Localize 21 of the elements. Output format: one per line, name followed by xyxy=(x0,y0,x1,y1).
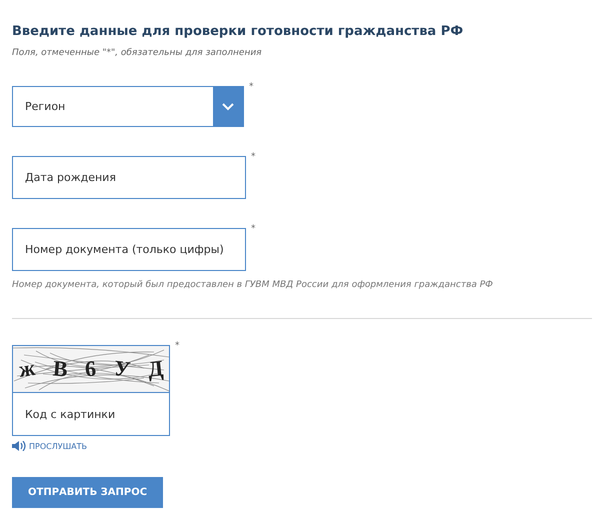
submit-button[interactable]: ОТПРАВИТЬ ЗАПРОС xyxy=(12,477,164,508)
input-field[interactable]: Номер документа (только цифры) xyxy=(12,228,246,271)
listen-link[interactable]: ПРОСЛУШАТЬ xyxy=(12,441,88,451)
required-note: Поля, отмеченные "*", обязательны для заполнения xyxy=(12,48,262,58)
speaker-icon xyxy=(12,441,26,451)
chevron-down-icon xyxy=(222,102,234,110)
required-mark: * xyxy=(251,224,256,234)
captcha-character: В xyxy=(52,355,68,383)
input-field[interactable]: Дата рождения xyxy=(12,156,246,199)
field-hint: Номер документа, который был предоставлен в ГУВМ МВД России для оформления гражданства РФ xyxy=(12,280,493,290)
required-mark: * xyxy=(175,341,180,351)
form-title: Введите данные для проверки готовности гражданства РФ xyxy=(12,24,464,39)
required-mark: * xyxy=(249,82,254,92)
captcha-character: ж xyxy=(17,355,37,383)
region-select[interactable]: Регион xyxy=(12,86,244,127)
captcha-character: 6 xyxy=(84,356,98,382)
captcha-character: Д xyxy=(146,355,164,383)
dropdown-button[interactable] xyxy=(213,87,243,126)
captcha-input-field[interactable]: Код с картинки xyxy=(12,392,170,436)
captcha-character: У xyxy=(112,355,132,383)
required-mark: * xyxy=(251,152,256,162)
